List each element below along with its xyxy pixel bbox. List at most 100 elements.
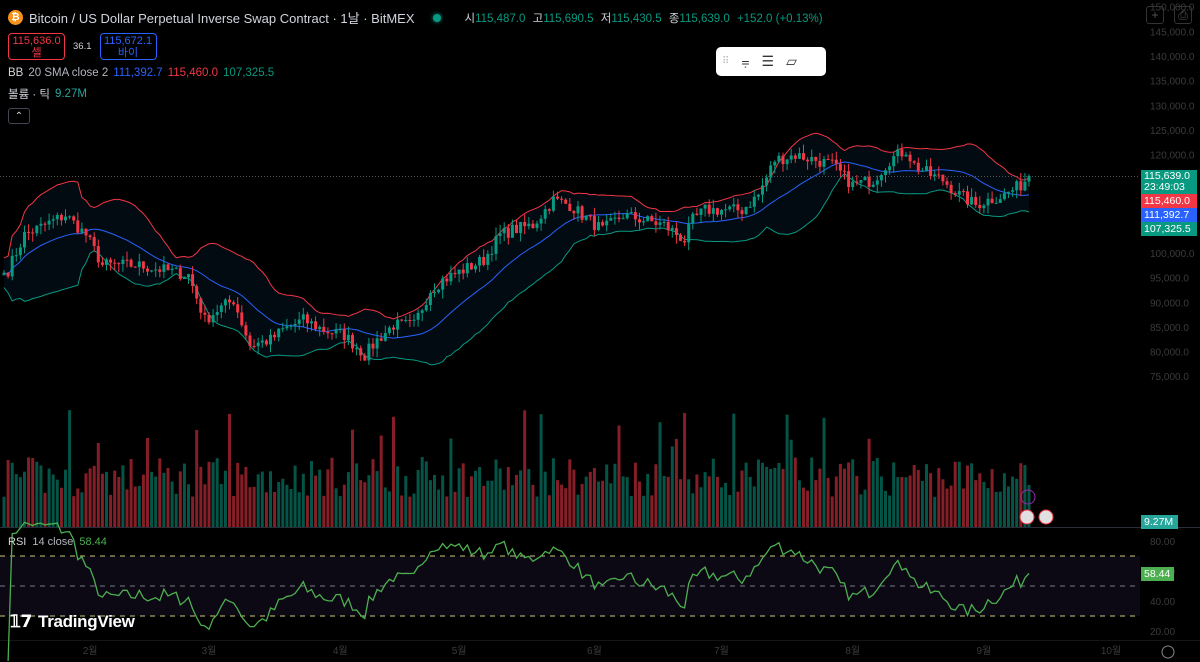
candle-body (781, 155, 785, 165)
candle-body (982, 205, 986, 209)
candle-body (400, 319, 404, 321)
volume-bar (150, 471, 154, 527)
candle-body (441, 278, 445, 290)
volume-bar (830, 496, 834, 527)
candle-body (740, 210, 744, 215)
camera-icon[interactable]: ⎙ (1174, 6, 1192, 24)
volume-bar (408, 496, 412, 527)
bb-fill (4, 133, 1029, 365)
volume-bar (666, 476, 670, 527)
volume-bar (359, 480, 363, 527)
candle-body (10, 255, 14, 277)
candle-body (35, 225, 39, 234)
candle-body (318, 326, 322, 330)
volume-bar (195, 429, 199, 527)
trend-line-icon[interactable]: ⩦ (741, 53, 749, 70)
volume-bar (896, 477, 900, 527)
volume-bar (474, 470, 477, 527)
volume-legend[interactable]: 볼륨 · 틱 9.27M (8, 86, 823, 102)
candle-body (248, 335, 252, 346)
candle-body (502, 227, 506, 234)
candle-body (474, 265, 477, 270)
bb-label: BB (8, 67, 24, 79)
candle-body (752, 196, 756, 207)
sell-button[interactable]: 115,636.0 셀 (8, 33, 65, 60)
candle-body (244, 325, 248, 336)
candle-body (978, 204, 982, 209)
settings-icon (1161, 645, 1175, 659)
rsi-legend[interactable]: RSI 14 close 58.44 (8, 536, 107, 548)
volume-bar (178, 471, 182, 527)
time-tick-label: 9월 (977, 645, 992, 657)
candle-body (367, 343, 371, 361)
buy-label: 바이 (117, 47, 139, 59)
volume-bar (236, 462, 240, 527)
candle-body (744, 206, 748, 215)
candle-body (855, 181, 859, 183)
candle-body (859, 180, 863, 183)
candle-body (703, 204, 707, 209)
parallel-channel-icon[interactable]: ☰ (762, 53, 775, 70)
drag-handle-icon[interactable]: ⠿ (722, 56, 729, 67)
volume-bar (420, 457, 424, 527)
price-tick-label: 100,000.0 (1150, 249, 1195, 260)
candle-body (523, 221, 527, 227)
volume-bar (449, 438, 453, 527)
candle-body (515, 224, 518, 233)
low-label: 저 (600, 12, 612, 25)
volume-bar (35, 461, 39, 527)
candle-body (715, 208, 719, 215)
candle-body (908, 154, 912, 162)
trade-panel: 115,636.0 셀 36.1 115,672.1 바이 (8, 33, 823, 60)
candle-body (113, 262, 117, 264)
candle-body (297, 319, 301, 324)
volume-bar (687, 479, 691, 527)
volume-bar (355, 463, 359, 527)
candle-body (387, 327, 391, 334)
tradingview-logo[interactable]: 𝟙𝟳 TradingView (10, 612, 135, 632)
candle-body (285, 326, 289, 329)
volume-bar (141, 474, 145, 527)
candle-body (326, 331, 330, 334)
candle-body (228, 299, 231, 303)
volume-bar (351, 429, 354, 527)
volume-bar (289, 489, 293, 527)
buy-button[interactable]: 115,672.1 바이 (99, 33, 157, 60)
collapse-legend-button[interactable]: ⌃ (8, 108, 30, 124)
candle-body (31, 232, 35, 234)
candle-body (875, 180, 879, 185)
volume-bar (961, 488, 965, 527)
market-status-icon[interactable] (432, 13, 441, 22)
candle-body (527, 223, 531, 227)
volume-bar (744, 462, 748, 527)
candle-body (974, 197, 978, 205)
volume-bar (240, 474, 244, 527)
volume-bar (482, 485, 486, 527)
volume-bar (597, 481, 600, 527)
chevron-up-icon: ⌃ (14, 110, 24, 122)
rsi-price-label: 58.44 (1141, 567, 1174, 581)
candle-body (748, 206, 752, 208)
volume-bar (654, 464, 658, 527)
high-value: 115,690.5 (543, 12, 594, 25)
volume-bar (900, 477, 904, 527)
symbol-title[interactable]: Bitcoin / US Dollar Perpetual Inverse Sw… (29, 8, 415, 27)
last-price-label: 115,639.0 23:49:03 (1141, 170, 1197, 194)
volume-bar (621, 476, 625, 527)
add-icon[interactable]: + (1146, 6, 1164, 24)
candle-body (23, 232, 26, 248)
volume-bar (199, 466, 203, 527)
candle-body (375, 338, 379, 349)
volume-bar (486, 480, 490, 527)
candle-body (51, 219, 55, 221)
volume-bar (125, 489, 129, 527)
bb-legend[interactable]: BB 20 SMA close 2 111,392.7 115,460.0 10… (8, 67, 823, 79)
volume-bar (510, 485, 514, 527)
volume-bar (441, 475, 445, 527)
candle-body (1023, 181, 1027, 191)
volume-bar (736, 491, 740, 527)
candle-body (465, 263, 469, 274)
rectangle-icon[interactable]: ▱ (786, 53, 797, 70)
candle-body (510, 224, 514, 238)
candle-body (777, 155, 781, 162)
